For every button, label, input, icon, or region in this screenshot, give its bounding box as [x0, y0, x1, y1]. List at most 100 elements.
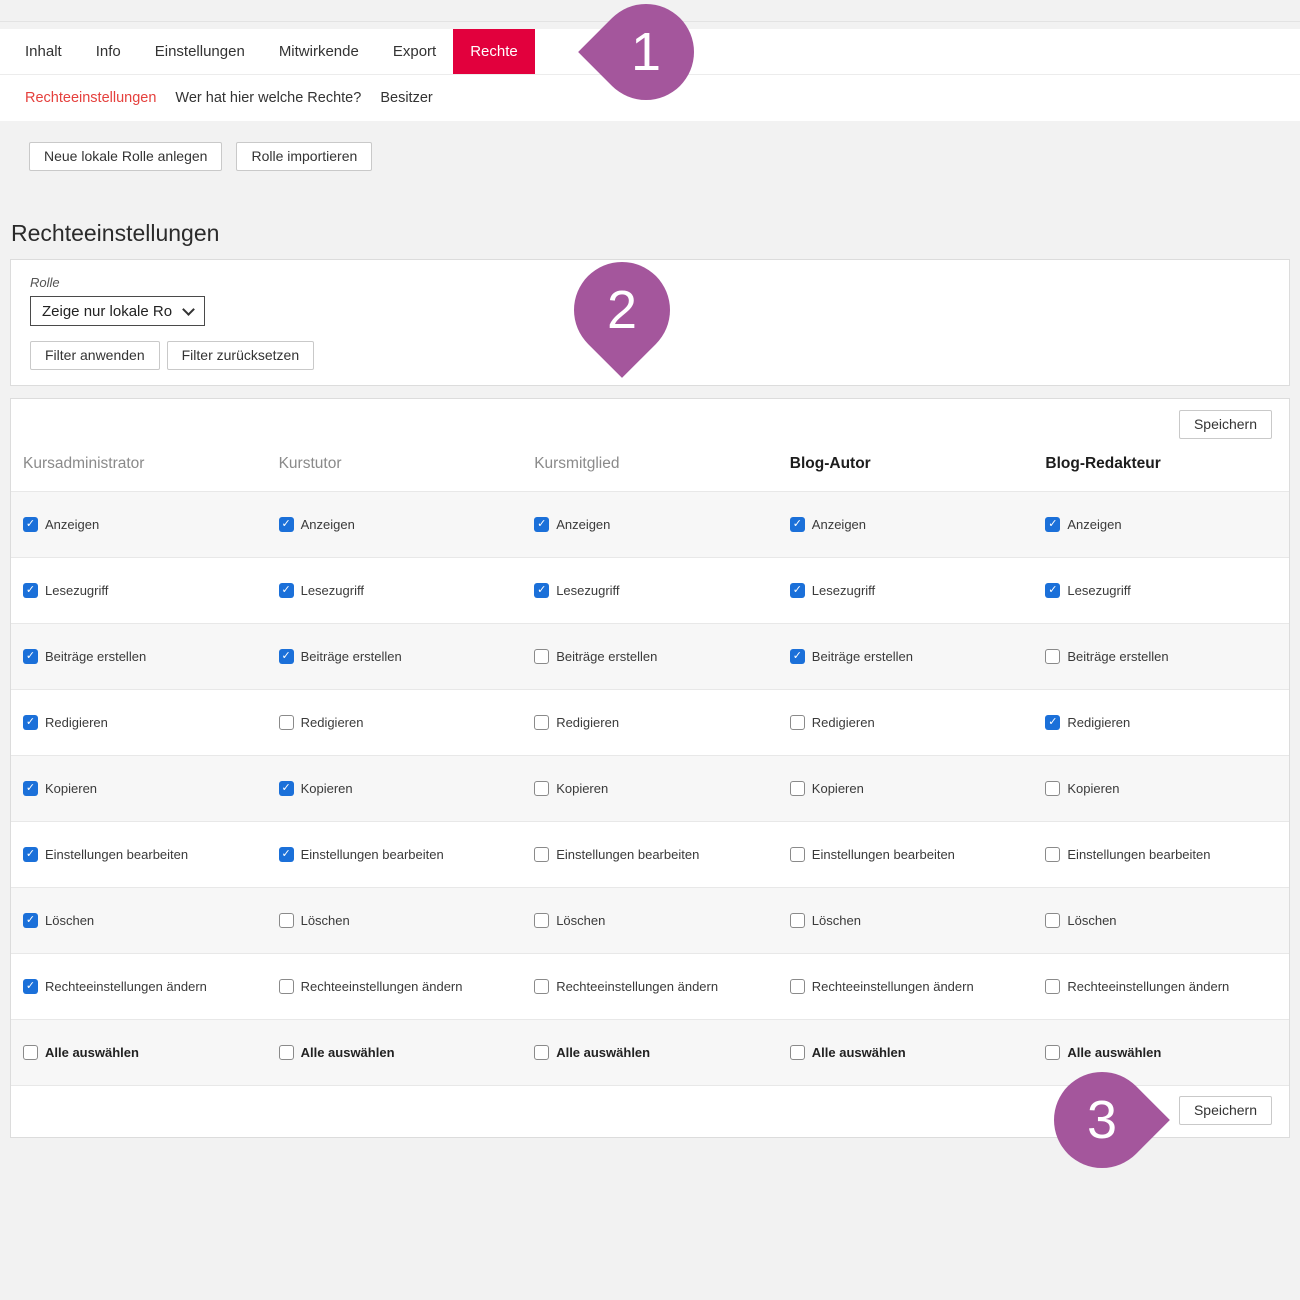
- permission-row-anzeigen: AnzeigenAnzeigenAnzeigenAnzeigenAnzeigen: [11, 491, 1289, 557]
- checkbox-redigieren-blog-autor[interactable]: [790, 715, 805, 730]
- checkbox-beitraege-erstellen-blog-redakteur[interactable]: [1045, 649, 1060, 664]
- tab-inhalt[interactable]: Inhalt: [8, 29, 79, 74]
- checkbox-label: Anzeigen: [556, 517, 610, 532]
- permission-cell: Alle auswählen: [522, 1045, 778, 1060]
- save-button-top[interactable]: Speichern: [1179, 410, 1272, 439]
- permission-cell: Alle auswählen: [778, 1045, 1034, 1060]
- permission-cell: Einstellungen bearbeiten: [1033, 847, 1289, 862]
- checkbox-einstellungen-bearbeiten-blog-autor[interactable]: [790, 847, 805, 862]
- checkbox-redigieren-kurstutor[interactable]: [279, 715, 294, 730]
- checkbox-redigieren-kursmitglied[interactable]: [534, 715, 549, 730]
- tab-mitwirkende[interactable]: Mitwirkende: [262, 29, 376, 74]
- filter-reset-button[interactable]: Filter zurücksetzen: [167, 341, 314, 370]
- checkbox-einstellungen-bearbeiten-blog-redakteur[interactable]: [1045, 847, 1060, 862]
- tab-export[interactable]: Export: [376, 29, 453, 74]
- checkbox-rechteeinstellungen-aendern-blog-autor[interactable]: [790, 979, 805, 994]
- save-button-bottom[interactable]: Speichern: [1179, 1096, 1272, 1125]
- tab-rechte[interactable]: Rechte: [453, 29, 535, 74]
- checkbox-alle-auswaehlen-kurstutor[interactable]: [279, 1045, 294, 1060]
- checkbox-label: Redigieren: [1067, 715, 1130, 730]
- checkbox-anzeigen-blog-autor[interactable]: [790, 517, 805, 532]
- checkbox-label: Anzeigen: [45, 517, 99, 532]
- permission-cell: Anzeigen: [1033, 517, 1289, 532]
- permission-cell: Lesezugriff: [522, 583, 778, 598]
- checkbox-einstellungen-bearbeiten-kurstutor[interactable]: [279, 847, 294, 862]
- checkbox-lesezugriff-kurstutor[interactable]: [279, 583, 294, 598]
- role-filter-select[interactable]: Zeige nur lokale Ro: [30, 296, 205, 326]
- checkbox-kopieren-blog-redakteur[interactable]: [1045, 781, 1060, 796]
- checkbox-loeschen-kurstutor[interactable]: [279, 913, 294, 928]
- checkbox-kopieren-blog-autor[interactable]: [790, 781, 805, 796]
- role-actions: Neue lokale Rolle anlegen Rolle importie…: [29, 142, 1300, 171]
- checkbox-label: Redigieren: [45, 715, 108, 730]
- checkbox-rechteeinstellungen-aendern-blog-redakteur[interactable]: [1045, 979, 1060, 994]
- checkbox-kopieren-kursadministrator[interactable]: [23, 781, 38, 796]
- checkbox-redigieren-blog-redakteur[interactable]: [1045, 715, 1060, 730]
- checkbox-loeschen-blog-autor[interactable]: [790, 913, 805, 928]
- column-header-kursadministrator: Kursadministrator: [11, 455, 267, 473]
- checkbox-rechteeinstellungen-aendern-kursadministrator[interactable]: [23, 979, 38, 994]
- checkbox-kopieren-kurstutor[interactable]: [279, 781, 294, 796]
- checkbox-lesezugriff-blog-redakteur[interactable]: [1045, 583, 1060, 598]
- checkbox-beitraege-erstellen-kursmitglied[interactable]: [534, 649, 549, 664]
- checkbox-anzeigen-kurstutor[interactable]: [279, 517, 294, 532]
- checkbox-beitraege-erstellen-blog-autor[interactable]: [790, 649, 805, 664]
- permission-cell: Löschen: [1033, 913, 1289, 928]
- checkbox-einstellungen-bearbeiten-kursadministrator[interactable]: [23, 847, 38, 862]
- checkbox-loeschen-kursmitglied[interactable]: [534, 913, 549, 928]
- role-filter-selected-value: Zeige nur lokale Ro: [42, 303, 172, 320]
- filter-apply-button[interactable]: Filter anwenden: [30, 341, 160, 370]
- checkbox-alle-auswaehlen-blog-redakteur[interactable]: [1045, 1045, 1060, 1060]
- import-role-button[interactable]: Rolle importieren: [236, 142, 372, 171]
- permission-cell: Redigieren: [1033, 715, 1289, 730]
- subtab-wer-hat-hier-welche-rechte[interactable]: Wer hat hier welche Rechte?: [175, 90, 361, 106]
- checkbox-anzeigen-kursmitglied[interactable]: [534, 517, 549, 532]
- checkbox-label: Alle auswählen: [301, 1045, 395, 1060]
- subtab-besitzer[interactable]: Besitzer: [380, 90, 432, 106]
- permission-cell: Löschen: [11, 913, 267, 928]
- permission-cell: Alle auswählen: [1033, 1045, 1289, 1060]
- permission-cell: Alle auswählen: [11, 1045, 267, 1060]
- tab-einstellungen[interactable]: Einstellungen: [138, 29, 262, 74]
- checkbox-kopieren-kursmitglied[interactable]: [534, 781, 549, 796]
- permission-cell: Einstellungen bearbeiten: [267, 847, 523, 862]
- checkbox-alle-auswaehlen-kursmitglied[interactable]: [534, 1045, 549, 1060]
- role-column-headers: KursadministratorKurstutorKursmitgliedBl…: [11, 439, 1289, 491]
- checkbox-loeschen-blog-redakteur[interactable]: [1045, 913, 1060, 928]
- checkbox-loeschen-kursadministrator[interactable]: [23, 913, 38, 928]
- checkbox-anzeigen-blog-redakteur[interactable]: [1045, 517, 1060, 532]
- chevron-down-icon: [182, 303, 195, 316]
- checkbox-label: Rechteeinstellungen ändern: [556, 979, 718, 994]
- checkbox-label: Rechteeinstellungen ändern: [301, 979, 463, 994]
- subtab-rechteeinstellungen[interactable]: Rechteeinstellungen: [25, 90, 156, 106]
- permission-cell: Beiträge erstellen: [267, 649, 523, 664]
- checkbox-rechteeinstellungen-aendern-kurstutor[interactable]: [279, 979, 294, 994]
- checkbox-label: Lesezugriff: [1067, 583, 1130, 598]
- checkbox-label: Redigieren: [301, 715, 364, 730]
- checkbox-label: Redigieren: [556, 715, 619, 730]
- checkbox-beitraege-erstellen-kurstutor[interactable]: [279, 649, 294, 664]
- checkbox-rechteeinstellungen-aendern-kursmitglied[interactable]: [534, 979, 549, 994]
- column-header-kursmitglied: Kursmitglied: [522, 455, 778, 473]
- checkbox-lesezugriff-kursadministrator[interactable]: [23, 583, 38, 598]
- new-local-role-button[interactable]: Neue lokale Rolle anlegen: [29, 142, 222, 171]
- permission-row-kopieren: KopierenKopierenKopierenKopierenKopieren: [11, 755, 1289, 821]
- checkbox-einstellungen-bearbeiten-kursmitglied[interactable]: [534, 847, 549, 862]
- checkbox-label: Einstellungen bearbeiten: [812, 847, 955, 862]
- checkbox-beitraege-erstellen-kursadministrator[interactable]: [23, 649, 38, 664]
- checkbox-label: Lesezugriff: [812, 583, 875, 598]
- checkbox-redigieren-kursadministrator[interactable]: [23, 715, 38, 730]
- permission-row-beitraege-erstellen: Beiträge erstellenBeiträge erstellenBeit…: [11, 623, 1289, 689]
- checkbox-alle-auswaehlen-blog-autor[interactable]: [790, 1045, 805, 1060]
- tab-info[interactable]: Info: [79, 29, 138, 74]
- checkbox-label: Anzeigen: [812, 517, 866, 532]
- checkbox-lesezugriff-blog-autor[interactable]: [790, 583, 805, 598]
- checkbox-label: Alle auswählen: [45, 1045, 139, 1060]
- checkbox-label: Einstellungen bearbeiten: [556, 847, 699, 862]
- checkbox-label: Kopieren: [1067, 781, 1119, 796]
- checkbox-lesezugriff-kursmitglied[interactable]: [534, 583, 549, 598]
- checkbox-alle-auswaehlen-kursadministrator[interactable]: [23, 1045, 38, 1060]
- checkbox-label: Einstellungen bearbeiten: [301, 847, 444, 862]
- checkbox-anzeigen-kursadministrator[interactable]: [23, 517, 38, 532]
- checkbox-label: Alle auswählen: [556, 1045, 650, 1060]
